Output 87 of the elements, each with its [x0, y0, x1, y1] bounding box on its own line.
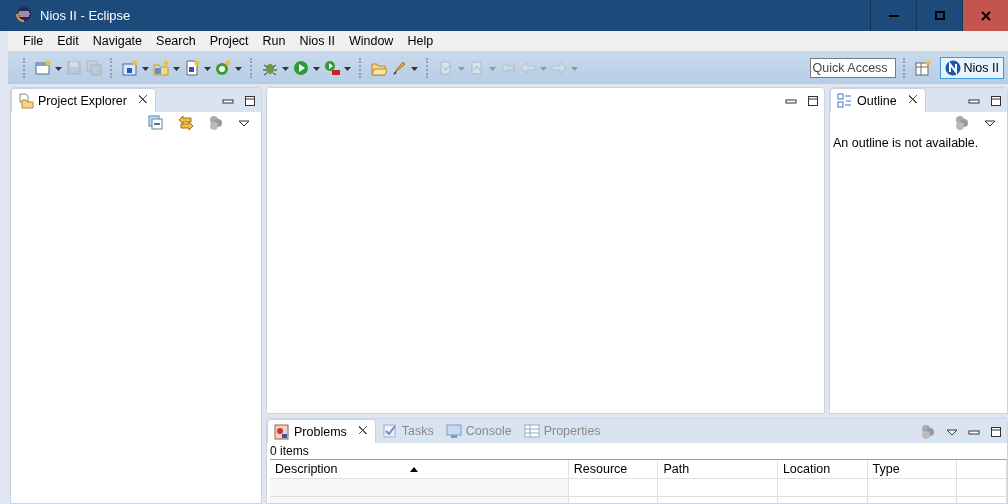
minimize-icon [968, 428, 980, 436]
project-icon [122, 60, 138, 76]
caret-icon [313, 64, 320, 73]
caret-icon [571, 64, 578, 73]
menu-item[interactable]: Nios II [292, 34, 342, 48]
problems-icon [274, 423, 290, 440]
minimize-icon [222, 97, 234, 105]
caret-icon [142, 64, 149, 73]
filter-icon [920, 424, 936, 440]
close-icon [136, 93, 149, 105]
view-menu-icon [984, 118, 996, 128]
new-window-icon [35, 60, 51, 76]
quick-access-field[interactable]: Quick Access [809, 58, 896, 78]
caret-icon [458, 64, 465, 73]
toolbar-button[interactable] [292, 59, 321, 77]
maximize-icon [990, 426, 1002, 438]
minimize-icon [785, 97, 797, 105]
menu-item[interactable]: Navigate [85, 34, 150, 48]
eclipse-logo-icon [16, 6, 32, 22]
filter-icon [954, 115, 970, 131]
maximize-icon [990, 95, 1002, 107]
previous-annotation-icon [469, 60, 485, 76]
caret-icon [540, 64, 547, 73]
close-button[interactable] [962, 0, 1008, 31]
folder-icon [153, 60, 169, 76]
menu-item[interactable]: Edit [50, 34, 86, 48]
menu-item[interactable]: Run [255, 34, 293, 48]
close-icon [356, 424, 369, 436]
toolbar-button[interactable] [390, 59, 419, 77]
toolbar-button[interactable] [121, 59, 150, 77]
active-tab[interactable]: Project Explorer [11, 88, 156, 112]
console-icon [445, 423, 462, 439]
next-annotation-icon [438, 60, 454, 76]
menu-item[interactable]: Search [149, 34, 203, 48]
open-folder-icon [371, 60, 387, 76]
menu-item[interactable]: Help [400, 34, 441, 48]
link-arrows-icon [178, 115, 194, 131]
project-explorer-icon [18, 92, 34, 109]
active-tab[interactable]: Outline [830, 88, 926, 112]
save-all-icon [86, 60, 102, 76]
active-tab[interactable]: Problems [267, 419, 376, 443]
maximize-icon [807, 95, 819, 107]
caret-icon [235, 64, 242, 73]
class-icon [215, 60, 231, 76]
outline-message: An outline is not available. [832, 135, 980, 152]
tasks-icon [381, 423, 398, 439]
table-icon [914, 60, 931, 76]
properties-icon [523, 423, 540, 439]
toolbar-button[interactable] [214, 59, 243, 77]
menu-item[interactable]: Project [202, 34, 256, 48]
run-icon [293, 60, 309, 76]
toolbar-button[interactable] [152, 59, 181, 77]
toolbar-button[interactable] [323, 59, 352, 77]
collapse-all-icon [148, 115, 164, 131]
caret-icon [282, 64, 289, 73]
save-icon [66, 60, 82, 76]
toolbar-button[interactable] [34, 59, 63, 77]
filter-icon [208, 115, 224, 131]
caret-icon [55, 64, 62, 73]
perspective-button[interactable]: Nios II [939, 57, 1004, 79]
sort-ascending-icon [409, 466, 418, 473]
caret-icon [204, 64, 211, 73]
caret-icon [344, 64, 351, 73]
view-menu-icon [946, 427, 958, 437]
maximize-icon [933, 9, 946, 22]
run-tool-icon [324, 60, 340, 76]
caret-icon [489, 64, 496, 73]
maximize-icon [244, 95, 256, 107]
toolbar-button[interactable] [183, 59, 212, 77]
menu-item[interactable]: File [16, 34, 51, 48]
outline-icon [837, 92, 853, 109]
forward-arrow-icon [551, 60, 567, 76]
caret-icon [173, 64, 180, 73]
file-icon [184, 60, 200, 76]
minimize-icon [968, 97, 980, 105]
close-icon [979, 9, 992, 22]
back-arrow-icon [520, 60, 536, 76]
close-icon [906, 93, 919, 105]
caret-icon [411, 64, 418, 73]
last-edit-icon [500, 60, 516, 76]
menu-item[interactable]: Window [341, 34, 401, 48]
view-menu-icon [238, 118, 250, 128]
item-count: 0 items [269, 443, 310, 459]
nios-logo-icon [944, 60, 961, 76]
brush-icon [391, 60, 407, 76]
open-perspective-button[interactable] [913, 59, 932, 77]
window-title: Nios II - Eclipse [40, 8, 132, 23]
